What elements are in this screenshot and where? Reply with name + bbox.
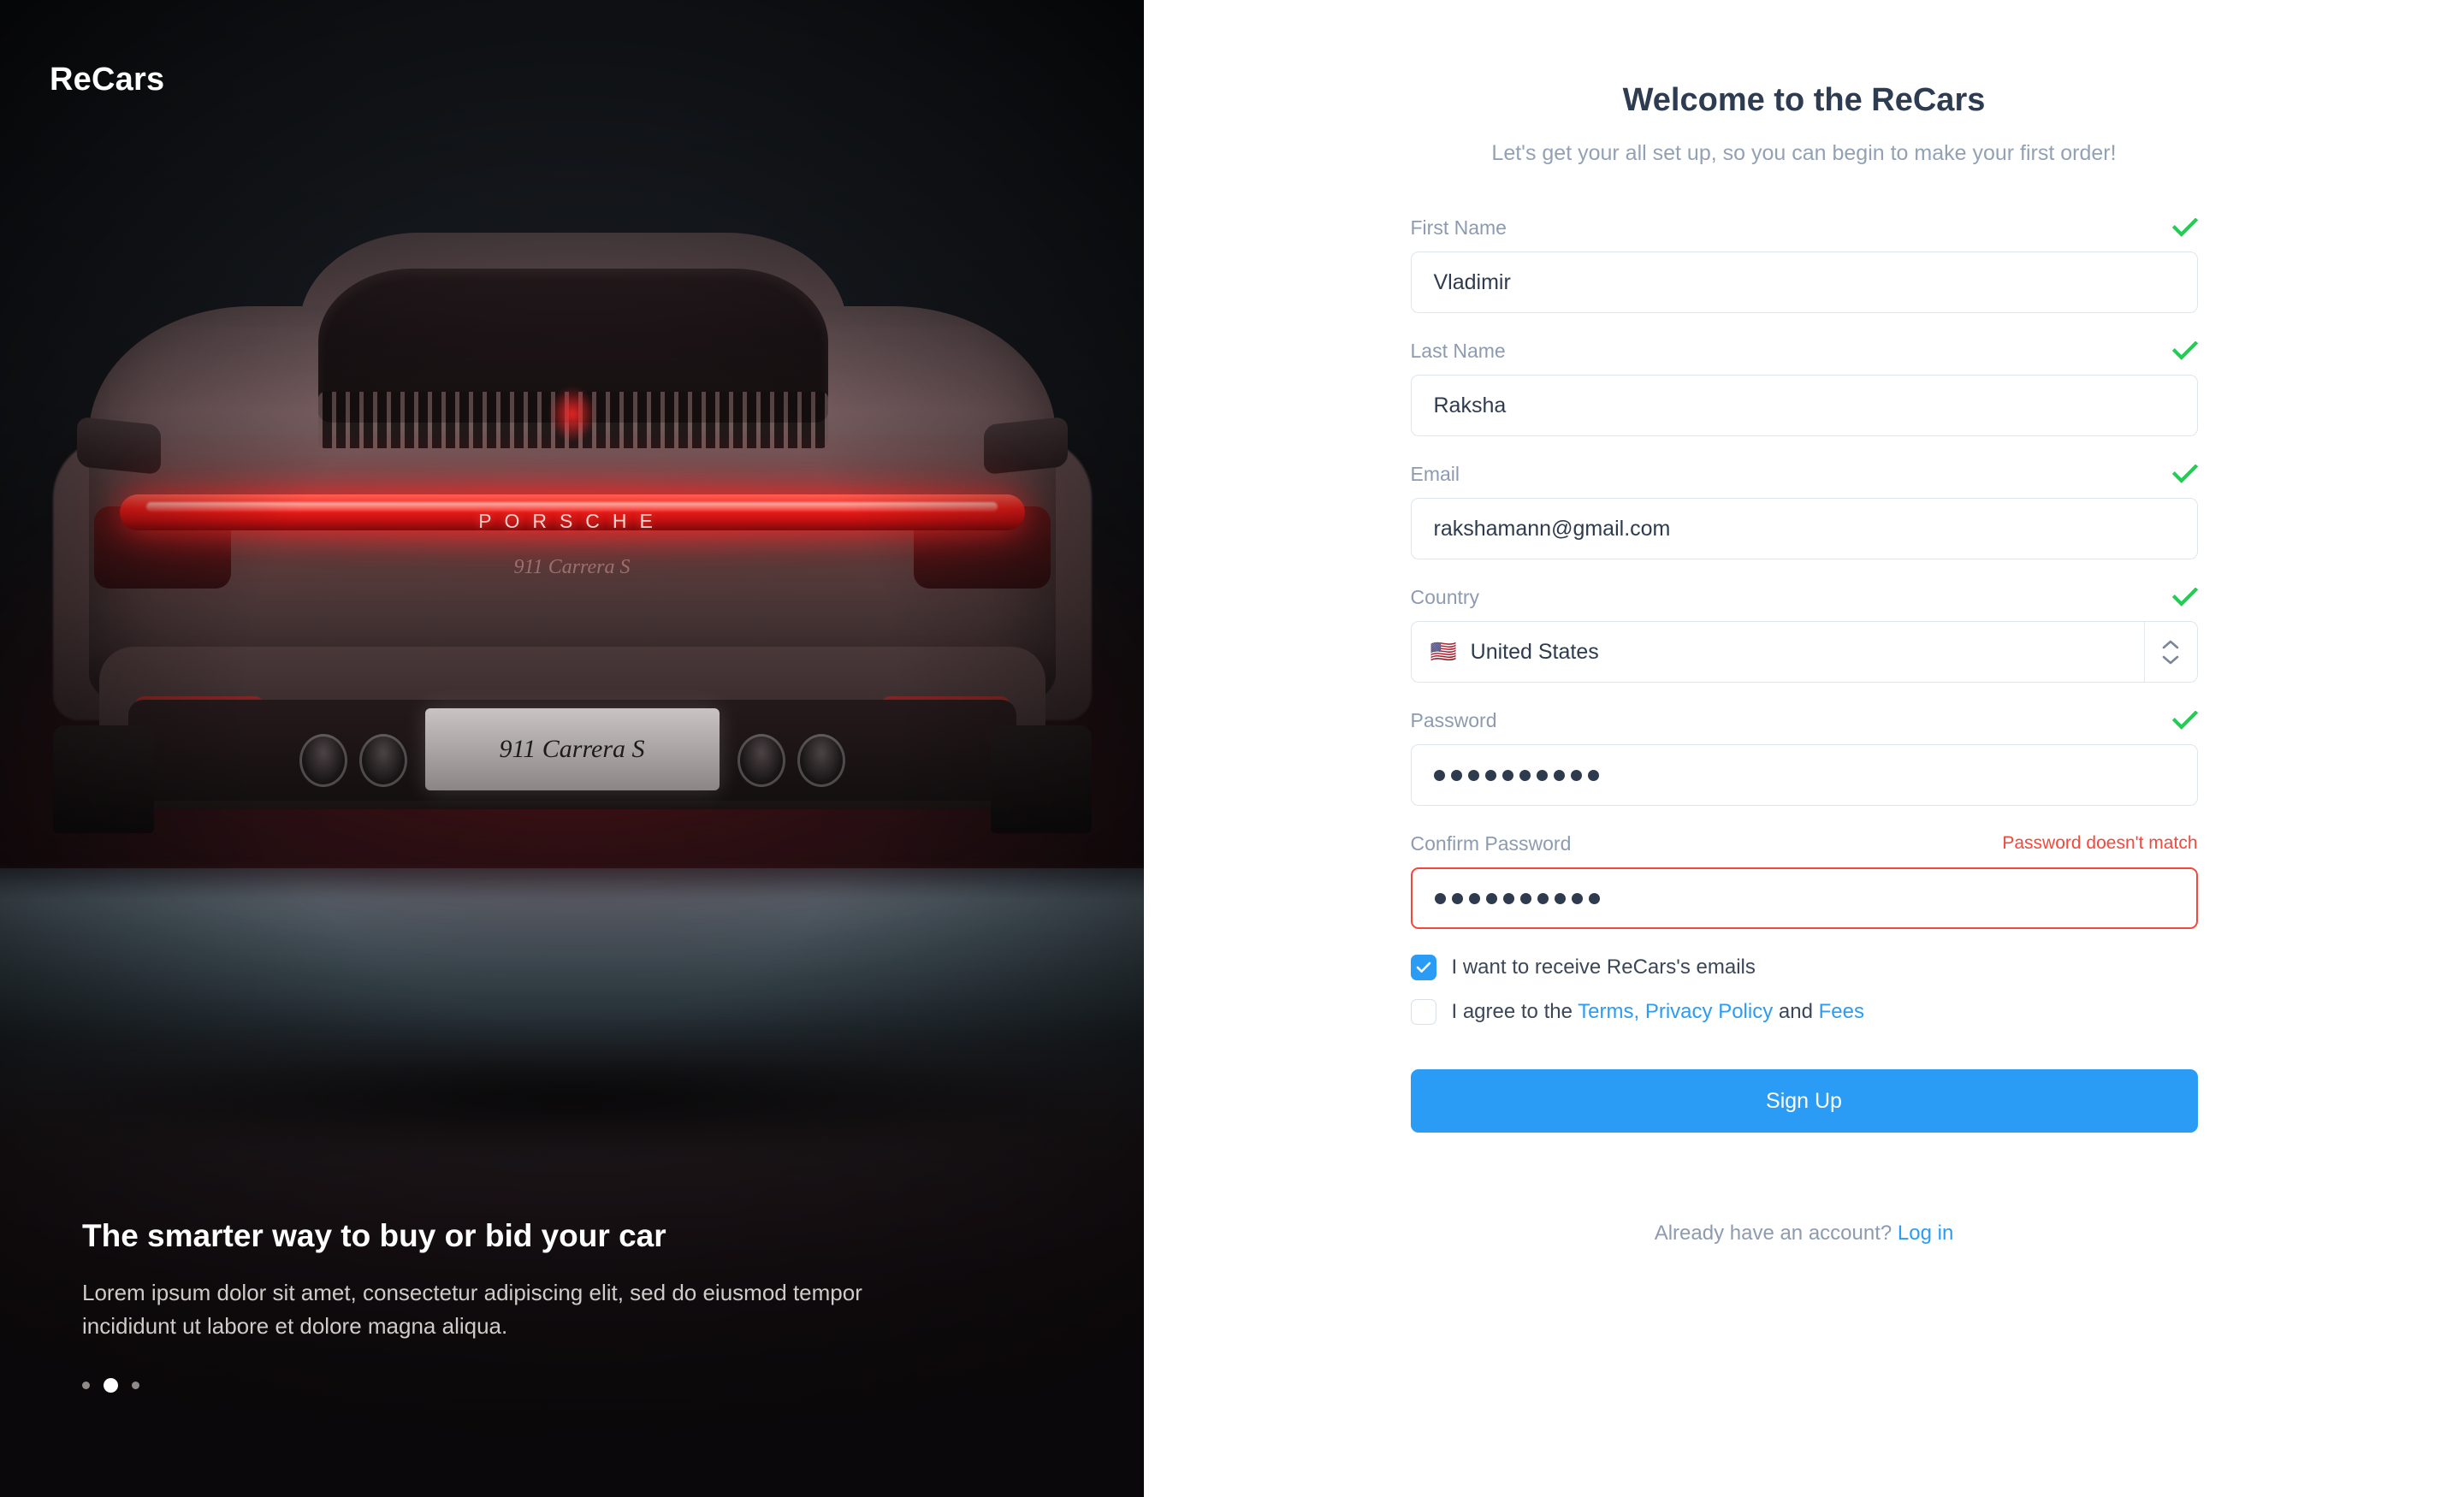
valid-check-icon [2171,341,2198,360]
field-email: Email rakshamann@gmail.com [1410,462,2198,559]
signup-page: PORSCHE 911 Carrera S 911 Carrera S ReCa… [0,0,2464,1497]
password-dot [1434,892,1446,904]
password-dot [1467,769,1479,781]
checkmark-icon [1416,962,1430,973]
hero-headline: The smarter way to buy or bid your car [82,1217,666,1253]
field-password: Password [1410,708,2198,806]
password-dot [1554,892,1566,904]
country-stepper-button[interactable] [2143,622,2197,682]
valid-check-icon [2171,218,2198,237]
password-dot [1433,769,1445,781]
field-country: Country 🇺🇸 United States [1410,585,2198,683]
last-name-label: Last Name [1410,339,1506,362]
log-in-link[interactable]: Log in [1898,1222,1953,1245]
country-select[interactable]: 🇺🇸 United States [1410,621,2198,683]
password-dot [1451,892,1463,904]
field-header: Confirm Password Password doesn't match [1411,831,2198,855]
confirm-password-input[interactable] [1410,867,2198,929]
carousel-dot-1[interactable] [82,1382,90,1389]
chevron-up-icon [2162,640,2179,648]
password-label: Password [1410,708,1497,731]
us-flag-icon: 🇺🇸 [1430,639,1457,664]
field-header: Country [1411,585,2198,609]
field-first-name: First Name Vladimir [1410,216,2198,313]
page-title: Welcome to the ReCars [1622,82,1986,118]
password-dot [1588,892,1600,904]
terms-text-before: I agree to the [1451,1000,1578,1023]
password-dot [1450,769,1462,781]
country-label: Country [1410,585,1480,608]
login-prompt-text: Already have an account? [1654,1222,1898,1245]
field-last-name: Last Name Raksha [1410,339,2198,436]
signup-form: Welcome to the ReCars Let's get your all… [1410,0,2198,1497]
terms-text-mid: and [1773,1000,1819,1023]
country-name-text: United States [1470,639,1599,664]
password-dot [1468,892,1480,904]
last-name-input[interactable]: Raksha [1410,375,2198,436]
brand-logo[interactable]: ReCars [50,62,164,98]
confirm-password-label: Confirm Password [1410,831,1572,855]
password-input[interactable] [1410,744,2198,806]
field-header: Email [1411,462,2198,486]
sign-up-button[interactable]: Sign Up [1410,1069,2198,1133]
password-masked-dots [1433,769,1599,781]
hero-panel: PORSCHE 911 Carrera S 911 Carrera S ReCa… [0,0,1144,1497]
checkbox-row-terms[interactable]: I agree to the Terms, Privacy Policy and… [1410,999,2198,1025]
field-confirm-password: Confirm Password Password doesn't match [1410,831,2198,929]
field-header: Password [1411,708,2198,732]
carousel-dot-2-active[interactable] [104,1378,118,1393]
first-name-label: First Name [1410,216,1507,239]
confirm-password-masked-dots [1434,892,1600,904]
field-header: First Name [1411,216,2198,240]
agree-terms-label: I agree to the Terms, Privacy Policy and… [1452,1000,1864,1024]
field-header: Last Name [1411,339,2198,363]
password-dot [1571,892,1583,904]
password-dot [1553,769,1565,781]
receive-emails-label: I want to receive ReCars's emails [1451,956,1756,979]
hero-subtext: Lorem ipsum dolor sit amet, consectetur … [82,1279,862,1340]
country-select-value: 🇺🇸 United States [1412,640,1599,665]
carousel-dots[interactable] [82,1378,1015,1393]
carousel-dot-3[interactable] [132,1382,139,1389]
password-dot [1484,769,1496,781]
password-dot [1570,769,1582,781]
valid-check-icon [2171,711,2198,730]
first-name-input[interactable]: Vladimir [1410,251,2198,313]
login-prompt: Already have an account? Log in [1411,1222,2198,1246]
email-input[interactable]: rakshamann@gmail.com [1410,498,2198,559]
valid-check-icon [2171,588,2198,606]
chevron-down-icon [2162,655,2179,664]
password-dot [1519,892,1531,904]
page-subtitle: Let's get your all set up, so you can be… [1491,141,2117,165]
password-dot [1502,892,1514,904]
password-dot [1537,892,1549,904]
signup-form-panel: Welcome to the ReCars Let's get your all… [1144,0,2464,1497]
password-dot [1485,892,1497,904]
password-dot [1502,769,1513,781]
password-dot [1536,769,1548,781]
password-dot [1587,769,1599,781]
password-dot [1519,769,1531,781]
valid-check-icon [2171,464,2198,483]
email-label: Email [1410,462,1460,485]
checkbox-agree-terms[interactable] [1410,999,1436,1025]
password-error-message: Password doesn't match [2002,833,2198,853]
checkbox-row-emails[interactable]: I want to receive ReCars's emails [1410,955,2198,980]
hero-copy: The smarter way to buy or bid your car L… [82,1218,1015,1393]
checkbox-receive-emails[interactable] [1410,955,1436,980]
fees-link[interactable]: Fees [1819,1000,1864,1023]
terms-privacy-link[interactable]: Terms, Privacy Policy [1578,1000,1773,1023]
